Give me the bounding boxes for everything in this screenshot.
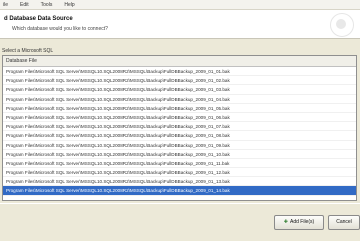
wizard-header: d Database Data Source Which database wo…	[0, 10, 360, 39]
add-file-label: Add File(s)	[290, 219, 315, 225]
list-item[interactable]: Program Files\Microsoft SQL Server\MSSQL…	[3, 141, 356, 150]
list-item[interactable]: Program Files\Microsoft SQL Server\MSSQL…	[3, 104, 356, 113]
list-item[interactable]: Program Files\Microsoft SQL Server\MSSQL…	[3, 95, 356, 104]
menu-tools[interactable]: Tools	[41, 2, 53, 8]
list-item[interactable]: Program Files\Microsoft SQL Server\MSSQL…	[3, 67, 356, 77]
list-label: Select a Microsoft SQL	[2, 48, 54, 54]
list-item[interactable]: Program Files\Microsoft SQL Server\MSSQL…	[3, 159, 356, 169]
wizard-title: d Database Data Source	[4, 16, 73, 22]
menu-file[interactable]: ile	[3, 2, 8, 8]
button-bar: ✚ Add File(s) Cancel	[0, 203, 360, 241]
menu-help[interactable]: Help	[64, 2, 74, 8]
add-file-button[interactable]: ✚ Add File(s)	[274, 215, 324, 230]
list-item[interactable]: Program Files\Microsoft SQL Server\MSSQL…	[3, 150, 356, 159]
column-header[interactable]: Database File	[3, 56, 356, 67]
list-item[interactable]: Program Files\Microsoft SQL Server\MSSQL…	[3, 177, 356, 187]
wizard-subtitle: Which database would you like to connect…	[12, 26, 108, 32]
database-file-list[interactable]: Database File Program Files\Microsoft SQ…	[2, 55, 357, 201]
list-item[interactable]: Program Files\Microsoft SQL Server\MSSQL…	[3, 168, 356, 178]
list-item[interactable]: Program Files\Microsoft SQL Server\MSSQL…	[3, 186, 356, 196]
list-item[interactable]: Program Files\Microsoft SQL Server\MSSQL…	[3, 122, 356, 132]
list-item[interactable]: Program Files\Microsoft SQL Server\MSSQL…	[3, 76, 356, 86]
wizard-logo-icon	[330, 13, 354, 37]
list-item[interactable]: Program Files\Microsoft SQL Server\MSSQL…	[3, 85, 356, 95]
list-item[interactable]: Program Files\Microsoft SQL Server\MSSQL…	[3, 113, 356, 123]
list-item[interactable]: Program Files\Microsoft SQL Server\MSSQL…	[3, 131, 356, 141]
menu-bar: ile Edit Tools Help	[0, 0, 360, 10]
cancel-button[interactable]: Cancel	[328, 215, 360, 230]
menu-edit[interactable]: Edit	[20, 2, 29, 8]
add-icon: ✚	[283, 219, 288, 225]
